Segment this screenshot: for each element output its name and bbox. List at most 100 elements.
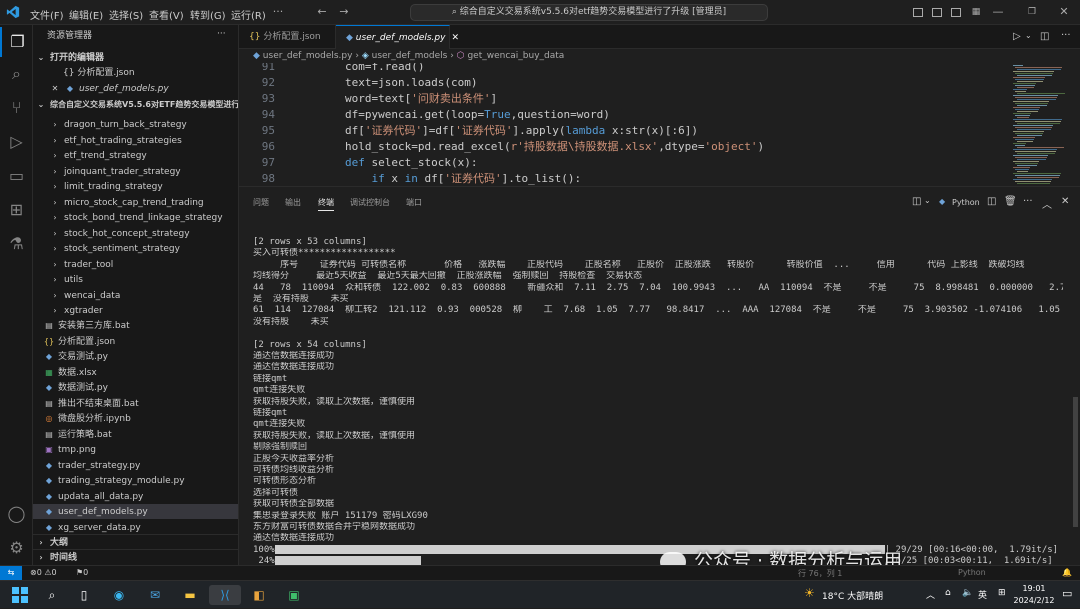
account-icon[interactable]: ◯ (0, 499, 33, 529)
project-folder-section[interactable]: ⌄ 综合自定义交易系统V5.5.6对ETF趋势交易模型进行了... (33, 97, 238, 112)
code-line[interactable]: 98 if x in df['证券代码'].to_list(): (239, 171, 1009, 186)
close-tab-icon[interactable]: ✕ (451, 33, 459, 43)
clock[interactable]: 19:01 2024/2/12 (1012, 583, 1056, 607)
tab-terminal[interactable]: 终端 (318, 197, 334, 211)
tab-ports[interactable]: 端口 (406, 197, 422, 208)
tab-user-def-models[interactable]: ◆ user_def_models.py ✕ (336, 25, 459, 49)
toggle-sidebar-icon[interactable] (913, 8, 923, 17)
weather-text[interactable]: 18°C 大部晴朗 (822, 589, 883, 602)
file-item[interactable]: ▣ tmp.png (33, 442, 238, 457)
remote-explorer-icon[interactable]: ▭ (0, 161, 33, 191)
code-line[interactable]: 91 com=f.read() (239, 63, 1009, 75)
timeline-section[interactable]: › 时间线 (33, 549, 238, 564)
mail-icon[interactable]: ✉ (145, 585, 165, 605)
ports-indicator[interactable]: ⚑0 (76, 568, 88, 577)
menu-goto[interactable]: 转到(G) (190, 7, 226, 22)
file-item[interactable]: ◆ trading_strategy_module.py (33, 473, 238, 488)
file-item[interactable]: ◆ updata_all_data.py (33, 489, 238, 504)
file-item[interactable]: ◆ trader_strategy.py (33, 458, 238, 473)
folder-item[interactable]: › etf_hot_trading_strategies (33, 133, 238, 148)
input-language[interactable]: 英 (978, 588, 987, 601)
folder-item[interactable]: › wencai_data (33, 288, 238, 303)
chevron-down-icon[interactable]: ⌄ (924, 196, 931, 205)
close-icon[interactable]: ✕ (1058, 6, 1070, 18)
minimize-icon[interactable]: — (992, 6, 1004, 18)
notifications-bell-icon[interactable]: 🔔 (1062, 568, 1072, 577)
folder-item[interactable]: › etf_trend_strategy (33, 148, 238, 163)
cursor-position[interactable]: 行 76，列 1 (798, 568, 842, 579)
chevron-down-icon[interactable]: ⌄ (1025, 31, 1032, 40)
trash-icon[interactable]: 🗑 (1004, 196, 1017, 207)
breadcrumb-function[interactable]: get_wencai_buy_data (467, 51, 564, 61)
file-item[interactable]: ◆ user_def_models.py (33, 504, 238, 519)
open-editors-section[interactable]: ⌄ 打开的编辑器 (33, 50, 238, 65)
folder-item[interactable]: › micro_stock_cap_trend_trading (33, 195, 238, 210)
tab-analysis-config[interactable]: {} 分析配置.json (239, 25, 336, 49)
file-item[interactable]: ◆ 数据测试.py (33, 380, 238, 395)
file-explorer-icon[interactable]: ▬ (180, 585, 200, 605)
code-line[interactable]: 97 def select_stock(x): (239, 155, 1009, 171)
settings-gear-icon[interactable]: ⚙ (0, 533, 33, 563)
folder-item[interactable]: › stock_hot_concept_strategy (33, 226, 238, 241)
folder-item[interactable]: › limit_trading_strategy (33, 179, 238, 194)
tab-debug-console[interactable]: 调试控制台 (350, 197, 390, 208)
menu-file[interactable]: 文件(F) (30, 7, 64, 22)
file-item[interactable]: ▤ 安装第三方库.bat (33, 318, 238, 333)
breadcrumb-file[interactable]: user_def_models.py (263, 51, 353, 61)
code-line[interactable]: 92 text=json.loads(com) (239, 75, 1009, 91)
folder-item[interactable]: › dragon_turn_back_strategy (33, 117, 238, 132)
terminal-app-icon[interactable]: ▣ (284, 585, 304, 605)
file-item[interactable]: ◆ xg_server_data.py (33, 520, 238, 535)
toggle-panel-icon[interactable] (932, 8, 942, 17)
restore-icon[interactable]: ❐ (1026, 6, 1038, 18)
minimap[interactable] (1009, 63, 1079, 186)
ime-icon[interactable]: ⊞ (998, 588, 1006, 598)
toggle-secondary-sidebar-icon[interactable] (951, 8, 961, 17)
menu-run[interactable]: 运行(R) (231, 7, 266, 22)
file-item[interactable]: ▦ 数据.xlsx (33, 365, 238, 380)
extensions-icon[interactable]: ⊞ (0, 195, 33, 225)
source-control-icon[interactable]: ⑂ (0, 93, 33, 123)
split-terminal-icon[interactable]: ◫ (912, 196, 921, 207)
remote-indicator-icon[interactable]: ⇆ (0, 566, 22, 580)
forward-arrow-icon[interactable]: → (338, 6, 350, 18)
outline-section[interactable]: › 大纲 (33, 534, 238, 549)
vscode-taskbar-icon[interactable]: ⟩⟨ (209, 585, 241, 605)
folder-item[interactable]: › trader_tool (33, 257, 238, 272)
tab-problems[interactable]: 问题 (253, 197, 269, 208)
more-actions-icon[interactable]: ··· (1023, 196, 1033, 207)
volume-icon[interactable]: 🔈 (962, 588, 973, 598)
network-icon[interactable]: ⌂ (945, 588, 951, 598)
breadcrumb-module[interactable]: user_def_models (372, 51, 448, 61)
run-debug-icon[interactable]: ▷ (0, 127, 33, 157)
errors-indicator[interactable]: ⊗0 ⚠0 (30, 568, 57, 577)
code-line[interactable]: 96 hold_stock=pd.read_excel(r'持股数据\持股数据.x… (239, 139, 1009, 155)
menu-view[interactable]: 查看(V) (149, 7, 184, 22)
code-line[interactable]: 94 df=pywencai.get(loop=True,question=wor… (239, 107, 1009, 123)
maximize-panel-icon[interactable]: ︿ (1042, 196, 1052, 211)
close-panel-icon[interactable]: ✕ (1061, 196, 1069, 207)
open-editor-item[interactable]: {} 分析配置.json (33, 66, 238, 81)
terminal-scrollbar[interactable] (1073, 397, 1078, 527)
split-panel-icon[interactable]: ◫ (987, 196, 996, 207)
file-item[interactable]: ◆ 交易测试.py (33, 349, 238, 364)
terminal-shell-label[interactable]: Python (952, 198, 980, 207)
explorer-more-icon[interactable]: ··· (217, 29, 226, 39)
terminal-output[interactable]: [2 rows x 53 columns] 买入可转债**************… (253, 237, 1063, 566)
command-center-search[interactable]: ⌕ 综合自定义交易系统v5.5.6对etf趋势交易模型进行了升级 [管理员] (410, 4, 768, 21)
task-view-icon[interactable]: ▯ (74, 585, 94, 605)
menu-selection[interactable]: 选择(S) (109, 7, 143, 22)
folder-item[interactable]: › joinquant_trader_strategy (33, 164, 238, 179)
notification-center-icon[interactable]: ▭ (1062, 587, 1072, 600)
code-line[interactable]: 95 df['证券代码']=df['证券代码'].apply(lambda x:s… (239, 123, 1009, 139)
tab-output[interactable]: 输出 (285, 197, 301, 208)
file-item[interactable]: {} 分析配置.json (33, 334, 238, 349)
folder-item[interactable]: › stock_bond_trend_linkage_strategy (33, 210, 238, 225)
language-mode[interactable]: Python (958, 568, 986, 577)
menu-edit[interactable]: 编辑(E) (69, 7, 103, 22)
folder-item[interactable]: › xgtrader (33, 303, 238, 318)
store-icon[interactable]: ◧ (249, 585, 269, 605)
edge-browser-icon[interactable]: ◉ (109, 585, 129, 605)
folder-item[interactable]: › utils (33, 272, 238, 287)
show-hidden-icons[interactable]: ︿ (926, 588, 935, 601)
